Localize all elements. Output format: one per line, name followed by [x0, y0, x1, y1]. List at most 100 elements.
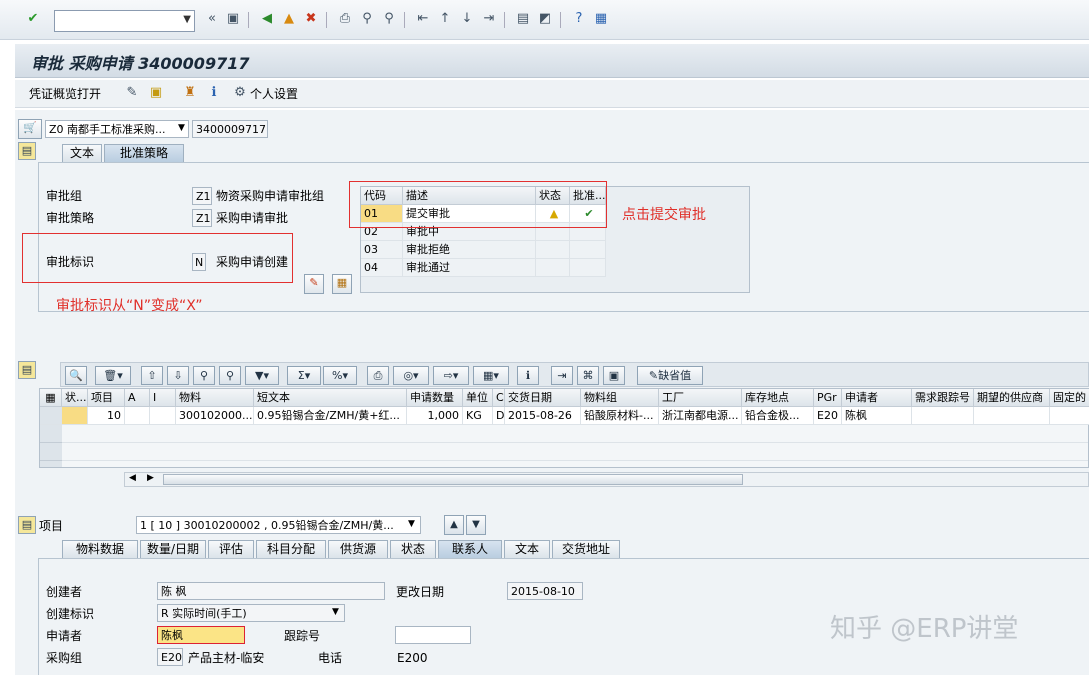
scroll-thumb[interactable] — [163, 474, 743, 485]
clipboard-icon[interactable]: ▣ — [603, 366, 625, 385]
filter-icon[interactable]: ▼▾ — [245, 366, 279, 385]
cart-icon[interactable]: 🛒 — [18, 119, 42, 139]
item-cell[interactable] — [125, 407, 150, 425]
settings-icon[interactable]: ⚙ — [231, 84, 249, 102]
shortcut-icon[interactable]: ◩ — [536, 10, 554, 28]
print-icon[interactable]: ⎙ — [336, 10, 354, 28]
item-cell[interactable]: 浙江南都电源... — [659, 407, 742, 425]
item-col-header[interactable]: 单位 — [463, 389, 493, 407]
tab-item-3[interactable]: 科目分配 — [256, 540, 326, 558]
collapse-icon[interactable]: « — [203, 10, 221, 28]
tab-text[interactable]: 文本 — [62, 144, 102, 162]
tab-item-0[interactable]: 物料数据 — [62, 540, 138, 558]
subtotal-icon[interactable]: %▾ — [323, 366, 357, 385]
item-col-header[interactable]: 交货日期 — [505, 389, 581, 407]
find-next-icon[interactable]: ⚲ — [219, 366, 241, 385]
next-item-icon[interactable]: ▼ — [466, 515, 486, 535]
delete-icon[interactable]: 🗑▾ — [95, 366, 131, 385]
last-page-icon[interactable]: ⇥ — [480, 10, 498, 28]
item-cell[interactable]: 铅酸原材料-... — [581, 407, 659, 425]
row-selector[interactable] — [40, 407, 62, 425]
command-field[interactable]: ▼ — [54, 10, 195, 32]
default-value-button[interactable]: ✎缺省值 — [637, 366, 703, 385]
sum-icon[interactable]: Σ▾ — [287, 366, 321, 385]
item-col-header[interactable]: PGr — [814, 389, 842, 407]
tab-item-7[interactable]: 文本 — [504, 540, 550, 558]
item-cell[interactable]: 0.95铅锡合金/ZMH/黄+红... — [254, 407, 407, 425]
item-col-header[interactable]: C — [493, 389, 505, 407]
item-col-header[interactable]: 物料 — [176, 389, 254, 407]
doc-type-select[interactable]: Z0 南都手工标准采购... — [45, 120, 189, 138]
item-selector[interactable]: 1 [ 10 ] 30010200002 , 0.95铅锡合金/ZMH/黄... — [136, 516, 421, 534]
item-col-header[interactable]: 工厂 — [659, 389, 742, 407]
item-col-header[interactable]: 项目 — [88, 389, 125, 407]
item-cell[interactable]: E20 — [814, 407, 842, 425]
item-cell[interactable] — [150, 407, 176, 425]
org-icon[interactable]: ♜ — [181, 84, 199, 102]
tab-release-strategy[interactable]: 批准策略 — [104, 144, 184, 162]
first-page-icon[interactable]: ⇤ — [414, 10, 432, 28]
item-cell[interactable]: KG — [463, 407, 493, 425]
doc-overview-button[interactable]: 凭证概览打开 — [29, 86, 101, 102]
back-icon[interactable]: ◀ — [258, 10, 276, 28]
item-cell[interactable]: D — [493, 407, 505, 425]
tab-item-4[interactable]: 供货源 — [328, 540, 388, 558]
sort-desc-icon[interactable]: ⇩ — [167, 366, 189, 385]
expand-item-detail-icon[interactable]: ▤ — [18, 516, 36, 534]
info-icon[interactable]: ℹ — [205, 84, 223, 102]
item-cell[interactable]: 10 — [88, 407, 125, 425]
copy-icon[interactable]: ⇥ — [551, 366, 573, 385]
find-icon[interactable]: ⚲ — [358, 10, 376, 28]
chevron-down-icon[interactable]: ▼ — [408, 519, 415, 529]
item-cell[interactable]: 铅合金极... — [742, 407, 814, 425]
cancel-icon[interactable]: ✖ — [302, 10, 320, 28]
item-col-header[interactable]: 固定的 — [1050, 389, 1089, 407]
item-cell[interactable]: 300102000... — [176, 407, 254, 425]
print-icon[interactable]: ⎙ — [367, 366, 389, 385]
item-cell[interactable] — [912, 407, 974, 425]
select-all-icon[interactable]: ▦ — [40, 389, 62, 407]
create-flag-select[interactable]: R 实际时间(手工) — [157, 604, 345, 622]
item-cell[interactable] — [1050, 407, 1089, 425]
next-page-icon[interactable]: ↓ — [458, 10, 476, 28]
export-icon[interactable]: ⇨▾ — [433, 366, 469, 385]
tab-item-8[interactable]: 交货地址 — [552, 540, 620, 558]
help-icon[interactable]: ? — [570, 10, 588, 28]
item-col-header[interactable]: I — [150, 389, 176, 407]
prev-item-icon[interactable]: ▲ — [444, 515, 464, 535]
item-col-header[interactable]: 申请者 — [842, 389, 912, 407]
details-icon[interactable]: ▦ — [332, 274, 352, 294]
tab-item-5[interactable]: 状态 — [390, 540, 436, 558]
item-col-header[interactable]: 申请数量 — [407, 389, 463, 407]
release-icon[interactable]: ✎ — [304, 274, 324, 294]
prev-page-icon[interactable]: ↑ — [436, 10, 454, 28]
layout-icon[interactable]: ▦▾ — [473, 366, 509, 385]
customize-icon[interactable]: ▦ — [592, 10, 610, 28]
chevron-down-icon[interactable]: ▼ — [183, 14, 191, 25]
save-icon[interactable]: ▣ — [224, 10, 242, 28]
tracking-input[interactable] — [395, 626, 471, 644]
scroll-right-icon[interactable]: ▶ — [147, 473, 154, 483]
info-icon[interactable]: ℹ — [517, 366, 539, 385]
expand-header-icon[interactable]: ▤ — [18, 142, 36, 160]
exit-icon[interactable]: ▲ — [280, 10, 298, 28]
item-col-header[interactable]: 短文本 — [254, 389, 407, 407]
tab-item-2[interactable]: 评估 — [208, 540, 254, 558]
item-col-header[interactable]: 状... — [62, 389, 88, 407]
chevron-down-icon[interactable]: ▼ — [332, 607, 339, 617]
requester-input[interactable]: 陈枫 — [157, 626, 245, 644]
item-col-header[interactable]: 物料组 — [581, 389, 659, 407]
item-col-header[interactable]: 期望的供应商 — [974, 389, 1050, 407]
item-col-header[interactable]: A — [125, 389, 150, 407]
scroll-left-icon[interactable]: ◀ — [129, 473, 136, 483]
item-cell[interactable]: 1,000 — [407, 407, 463, 425]
row-selectors[interactable] — [40, 425, 62, 467]
personal-settings-button[interactable]: 个人设置 — [250, 86, 298, 102]
new-session-icon[interactable]: ▤ — [514, 10, 532, 28]
hold-icon[interactable]: ▣ — [147, 84, 165, 102]
tab-item-6[interactable]: 联系人 — [438, 540, 502, 558]
item-cell[interactable] — [62, 407, 88, 425]
view-icon[interactable]: ◎▾ — [393, 366, 429, 385]
edit-icon[interactable]: ✎ — [123, 84, 141, 102]
paste-icon[interactable]: ⌘ — [577, 366, 599, 385]
